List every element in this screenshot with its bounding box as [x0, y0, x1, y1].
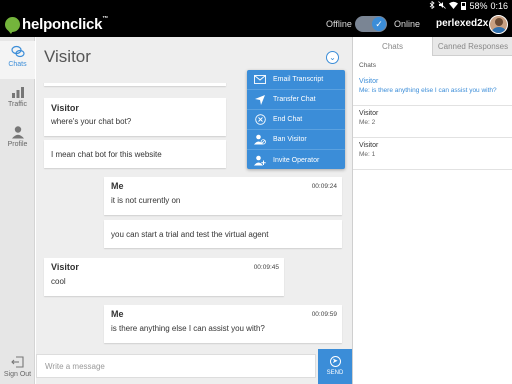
- chat-list-preview: Me: is there anything else I can assist …: [359, 87, 497, 94]
- avatar[interactable]: [489, 15, 508, 34]
- logo-bubble-icon: [5, 17, 20, 34]
- send-button[interactable]: ➤ SEND: [318, 349, 352, 384]
- sign-out-icon: [10, 355, 25, 369]
- menu-item-transfer-chat[interactable]: Transfer Chat: [247, 90, 345, 110]
- message-bubble: I mean chat bot for this website: [44, 140, 226, 168]
- chat-list-item[interactable]: Visitor Me: 1: [353, 140, 512, 170]
- send-label: SEND: [326, 370, 344, 376]
- battery-icon: [461, 2, 467, 10]
- mute-icon: [438, 1, 447, 11]
- chat-list-panel: Chats Canned Responses Chats Visitor Me:…: [352, 37, 512, 384]
- traffic-icon: [11, 85, 25, 99]
- tab-canned-responses[interactable]: Canned Responses: [433, 37, 512, 56]
- section-label: Chats: [359, 62, 376, 69]
- menu-item-invite-operator[interactable]: Invite Operator: [247, 150, 345, 170]
- chevron-down-icon[interactable]: ⌄: [326, 51, 339, 64]
- menu-label: Invite Operator: [273, 156, 320, 164]
- message-time: 00:09:24: [311, 183, 337, 190]
- message-time: 00:09:45: [253, 264, 279, 271]
- ban-visitor-icon: [253, 133, 267, 147]
- chat-list-item[interactable]: Visitor Me: is there anything else I can…: [353, 76, 512, 106]
- message-sender: Visitor: [51, 103, 79, 113]
- profile-icon: [11, 125, 25, 139]
- chat-list-name: Visitor: [359, 142, 379, 149]
- send-icon: ➤: [329, 356, 341, 367]
- message-bubble: Visitor where's your chat bot?: [44, 98, 226, 136]
- status-bar: 58% 0:16: [0, 0, 512, 12]
- message-sender: Me: [111, 309, 124, 319]
- chat-list-preview: Me: 1: [359, 151, 376, 158]
- message-bubble: Visitor 00:09:45 cool: [44, 258, 284, 296]
- panel-tabs: Chats Canned Responses: [353, 37, 512, 56]
- menu-label: End Chat: [273, 116, 303, 123]
- menu-item-email-transcript[interactable]: Email Transcript: [247, 70, 345, 90]
- checkmark-icon: ✓: [372, 17, 386, 31]
- message-composer: [36, 349, 316, 384]
- nav-label-chats: Chats: [8, 61, 27, 68]
- logo: helponclick™: [5, 16, 109, 34]
- username[interactable]: perlexed2x: [436, 18, 488, 29]
- online-label: Online: [394, 19, 421, 29]
- chat-list-item[interactable]: Visitor Me: 2: [353, 108, 512, 138]
- chats-icon: [10, 45, 25, 59]
- nav-label-traffic: Traffic: [7, 101, 28, 108]
- message-bubble: [44, 83, 226, 86]
- nav-label-sign-out: Sign Out: [3, 371, 32, 378]
- menu-item-ban-visitor[interactable]: Ban Visitor: [247, 130, 345, 150]
- message-bubble: you can start a trial and test the virtu…: [104, 220, 342, 248]
- message-text: it is not currently on: [111, 196, 181, 205]
- offline-label: Offline: [326, 19, 352, 29]
- message-text: is there anything else I can assist you …: [111, 324, 265, 333]
- message-bubble: Me 00:09:59 is there anything else I can…: [104, 305, 342, 343]
- invite-operator-icon: [253, 153, 267, 167]
- page-title: Visitor: [44, 47, 91, 66]
- bluetooth-icon: [429, 0, 436, 11]
- nav-label-profile: Profile: [7, 141, 28, 148]
- menu-item-end-chat[interactable]: End Chat: [247, 110, 345, 130]
- nav-item-sign-out[interactable]: Sign Out: [0, 351, 35, 384]
- message-sender: Me: [111, 181, 124, 191]
- left-nav: Chats Traffic Profile Sign Out: [0, 37, 35, 384]
- message-input[interactable]: [36, 354, 316, 378]
- message-text: I mean chat bot for this website: [51, 150, 162, 159]
- menu-label: Ban Visitor: [273, 136, 307, 143]
- app-bar: helponclick™ Offline ✓ Online perlexed2x: [0, 12, 512, 37]
- clock: 0:16: [490, 1, 508, 11]
- chat-list-name: Visitor: [359, 110, 379, 117]
- status-toggle[interactable]: ✓: [355, 16, 387, 32]
- message-time: 00:09:59: [311, 311, 337, 318]
- message-text: you can start a trial and test the virtu…: [111, 230, 269, 239]
- message-sender: Visitor: [51, 262, 79, 272]
- message-text: cool: [51, 277, 66, 286]
- tab-chats[interactable]: Chats: [353, 37, 433, 56]
- chat-list-name: Visitor: [359, 78, 379, 85]
- message-bubble: Me 00:09:24 it is not currently on: [104, 177, 342, 215]
- message-text: where's your chat bot?: [51, 117, 132, 126]
- end-chat-icon: [253, 113, 267, 127]
- menu-label: Email Transcript: [273, 76, 324, 83]
- chat-list-preview: Me: 2: [359, 119, 376, 126]
- wifi-icon: [449, 1, 459, 11]
- nav-item-chats[interactable]: Chats: [0, 41, 35, 79]
- logo-text: helponclick™: [22, 16, 109, 33]
- menu-label: Transfer Chat: [273, 96, 316, 103]
- battery-level: 58%: [469, 1, 488, 11]
- nav-item-profile[interactable]: Profile: [0, 121, 35, 159]
- email-icon: [253, 73, 267, 87]
- chat-actions-menu: Email Transcript Transfer Chat End Chat …: [247, 70, 345, 169]
- nav-item-traffic[interactable]: Traffic: [0, 81, 35, 119]
- transfer-icon: [253, 93, 267, 107]
